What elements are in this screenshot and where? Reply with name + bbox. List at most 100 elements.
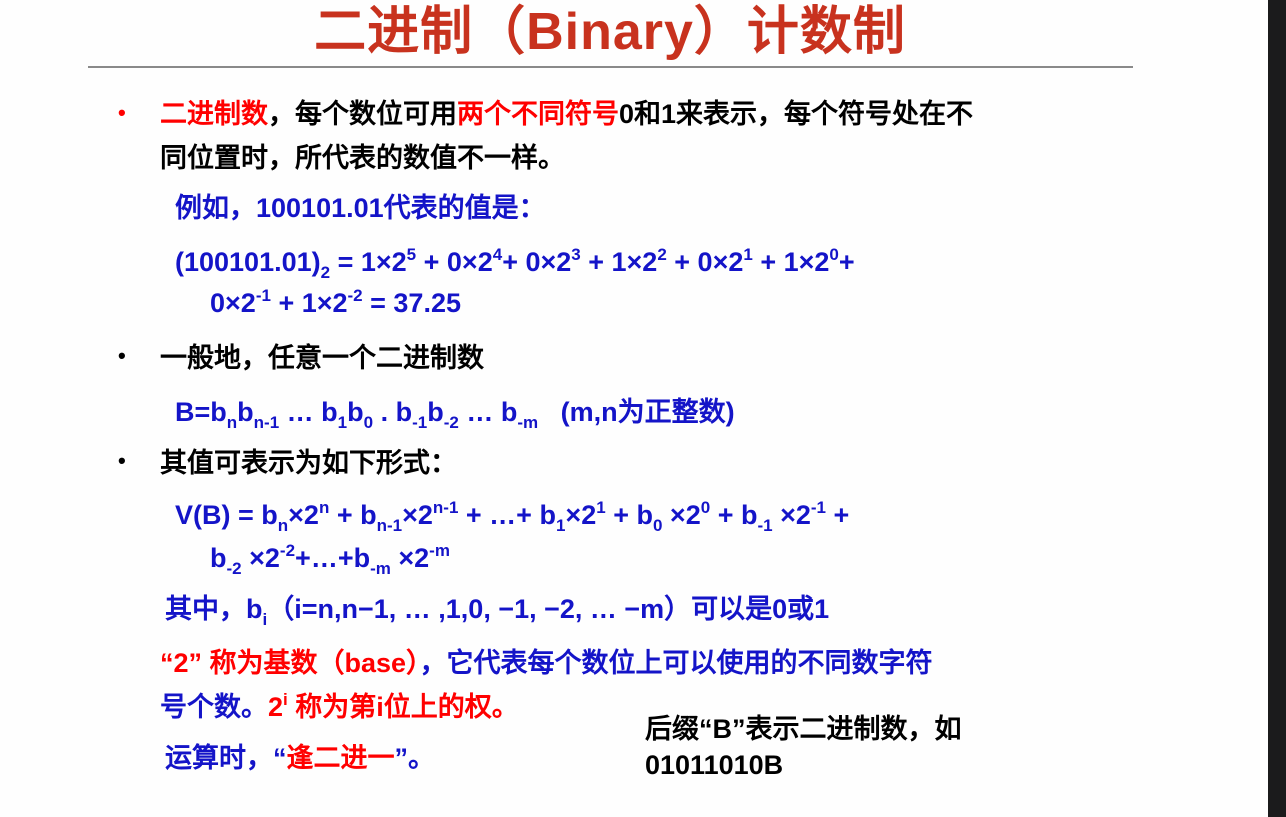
bullet-icon: • [118, 100, 126, 125]
text-run: 二进制数 [160, 99, 268, 129]
text-run: + …+ b [458, 500, 556, 530]
superscript: n-1 [432, 498, 459, 517]
text-run: 逢二进一 [286, 743, 395, 773]
value-eq2: b-2 ×2-2+…+b-m ×2-m [210, 541, 450, 578]
text-run: + 1×2 [752, 247, 830, 277]
base-line1: “2” 称为基数（base），它代表每个数位上可以使用的不同数字符 [160, 646, 933, 680]
text-run: + 0×2 [666, 247, 744, 277]
carry-rule: 运算时，“逢二进一”。 [165, 741, 435, 775]
bullet-icon: • [118, 448, 126, 473]
text-run: ”。 [394, 743, 436, 773]
example-eq2: 0×2-1 + 1×2-2 = 37.25 [210, 286, 461, 320]
text-run: + [838, 247, 855, 277]
subscript: 0 [652, 516, 663, 535]
text-run: + 0×2 [416, 247, 493, 277]
text-run: ×2 [662, 500, 701, 530]
superscript: -m [429, 541, 450, 560]
subscript: -1 [412, 413, 428, 432]
right-edge-panel [1268, 0, 1286, 817]
text-run: 号个数。 [160, 692, 268, 722]
subscript: -1 [757, 516, 773, 535]
superscript: n [318, 498, 330, 517]
bullet-icon: • [118, 343, 126, 368]
text-run: . b [373, 397, 413, 427]
text-run: 01011010B [645, 750, 784, 780]
superscript: 0 [700, 498, 711, 517]
text-run: + 1×2 [270, 288, 348, 318]
superscript: 5 [406, 245, 417, 264]
text-run: b [347, 397, 364, 427]
slide-title: 二进制（Binary）计数制 [314, 3, 906, 61]
text-run: 0×2 [210, 288, 256, 318]
text-run: 0和1来表示，每个符号处在不 [619, 99, 974, 129]
text-run: 其值可表示为如下形式： [160, 448, 457, 478]
bullet1-line2: 同位置时，所代表的数值不一样。 [160, 141, 565, 175]
superscript: -1 [810, 498, 826, 517]
bullet1-line1: 二进制数，每个数位可用两个不同符号0和1来表示，每个符号处在不 [160, 97, 973, 131]
text-run: 同位置时，所代表的数值不一样。 [160, 143, 565, 173]
general-form: B=bnbn-1 … b1b0 . b-1b-2 … b-m (m,n为正整数) [175, 395, 735, 432]
text-run: B=b [175, 397, 227, 427]
text-run: ，每个数位可用 [268, 99, 457, 129]
text-run: 一般地，任意一个二进制数 [160, 343, 484, 373]
title-divider [88, 66, 1133, 68]
text-run: 例如，100101.01代表的值是： [175, 193, 546, 223]
text-run: （i=n,n−1, … ,1,0, −1, −2, … −m）可以是0或1 [267, 594, 830, 624]
bullet3: 其值可表示为如下形式： [160, 446, 457, 480]
text-run: 运算时，“ [165, 743, 287, 773]
text-run: 称为第i位上的权。 [287, 692, 519, 722]
value-eq1: V(B) = bn×2n + bn-1×2n-1 + …+ b1×21 + b0… [175, 498, 850, 535]
text-run: ×2 [402, 500, 433, 530]
example-intro: 例如，100101.01代表的值是： [175, 191, 546, 225]
base-line2: 号个数。2i 称为第i位上的权。 [160, 690, 519, 724]
subscript: -2 [443, 413, 459, 432]
text-run: ×2 [288, 500, 319, 530]
text-run: 后缀“B”表示二进制数，如 [645, 714, 962, 744]
superscript: 1 [743, 245, 753, 264]
superscript: 1 [596, 498, 606, 517]
text-run: (100101.01) [175, 247, 321, 277]
text-run: ×2 [241, 543, 280, 573]
subscript: n [226, 413, 238, 432]
text-run: … b [279, 397, 338, 427]
subscript: 1 [337, 413, 348, 432]
text-run: +…+b [295, 543, 371, 573]
superscript: 0 [829, 245, 839, 264]
text-run: ×2 [390, 543, 430, 573]
text-run: + b [329, 500, 377, 530]
text-run: + b [710, 500, 758, 530]
subscript: -2 [226, 559, 242, 578]
text-run: + b [605, 500, 653, 530]
superscript: -2 [347, 286, 363, 305]
text-run: (m,n为正整数) [538, 397, 735, 427]
text-run: = 1×2 [330, 247, 407, 277]
subscript: n [277, 516, 289, 535]
text-run: ×2 [772, 500, 811, 530]
text-run: 其中，b [165, 594, 263, 624]
subscript: 0 [363, 413, 374, 432]
example-eq1: (100101.01)2 = 1×25 + 0×24+ 0×23 + 1×22 … [175, 245, 855, 282]
text-run: b [237, 397, 254, 427]
bullet2: 一般地，任意一个二进制数 [160, 341, 484, 375]
suffix-line1: 后缀“B”表示二进制数，如 [645, 712, 962, 746]
superscript: 4 [492, 245, 503, 264]
text-run: V(B) = b [175, 500, 278, 530]
text-run: b [210, 543, 227, 573]
subscript: -m [370, 559, 391, 578]
text-run: 两个不同符号 [457, 99, 619, 129]
superscript: -1 [255, 286, 271, 305]
text-run: + 1×2 [580, 247, 658, 277]
text-run: = 37.25 [362, 288, 461, 318]
subscript: n-1 [376, 516, 403, 535]
text-run: + [826, 500, 850, 530]
text-run: + 0×2 [502, 247, 572, 277]
subscript: 2 [320, 263, 331, 282]
suffix-line2: 01011010B [645, 748, 783, 782]
where-line: 其中，bi（i=n,n−1, … ,1,0, −1, −2, … −m）可以是0… [165, 592, 830, 628]
text-run: “2” 称为基数（base） [160, 648, 420, 678]
text-run: … b [458, 397, 518, 427]
superscript: 2 [657, 245, 667, 264]
subscript: n-1 [253, 413, 280, 432]
text-run: b [427, 397, 444, 427]
text-run: 2 [268, 692, 284, 722]
